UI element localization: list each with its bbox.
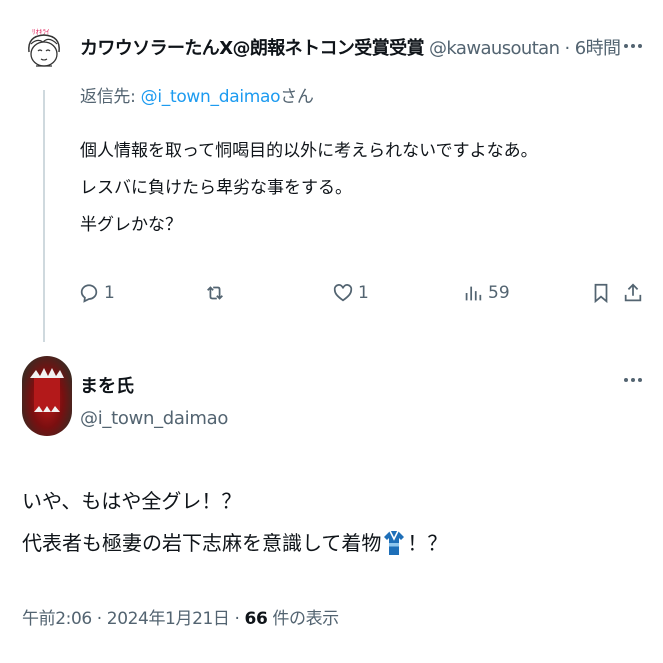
tweet-timestamp-link[interactable]: 午前2:06 · 2024年1月21日 · xyxy=(22,609,245,629)
reply-text-line: レスバに負けたら卑劣な事をする。 xyxy=(80,178,352,198)
separator-dot: · xyxy=(564,38,571,59)
reply-handle[interactable]: @kawausoutan xyxy=(429,38,560,59)
reply-text-line: 個人情報を取って恫喝目的以外に考えられないですよなあ。 xyxy=(80,141,538,161)
replying-to-prefix: 返信先: xyxy=(80,87,141,107)
reply-timestamp[interactable]: 6時間 xyxy=(575,38,621,59)
avatar[interactable]: ﾘｵｷﾗｲ xyxy=(19,22,69,72)
replying-to-suffix: さん xyxy=(280,87,314,107)
view-count: 59 xyxy=(488,283,510,303)
reply-icon xyxy=(80,284,98,303)
like-count: 1 xyxy=(358,283,369,303)
view-count: 66 xyxy=(244,609,268,629)
main-handle[interactable]: @i_town_daimao xyxy=(80,408,228,429)
replying-to: 返信先: @i_town_daimaoさん xyxy=(80,82,314,107)
main-display-name[interactable]: まを氏 xyxy=(80,372,134,398)
share-button[interactable] xyxy=(622,278,644,308)
reply-tweet[interactable]: ﾘｵｷﾗｲ カワウソラーたんX@朗報ネトコン受賞受賞 @kawausoutan … xyxy=(0,0,663,342)
tweet-text-segment: 代表者も極妻の岩下志麻を意識して着物 xyxy=(22,531,382,555)
kimono-emoji-icon xyxy=(384,530,405,555)
share-icon xyxy=(624,283,642,302)
tweet-text-line: いや、もはや全グレ！？ xyxy=(22,489,242,513)
reply-display-name[interactable]: カワウソラーたんX@朗報ネトコン受賞受賞 xyxy=(80,38,424,59)
action-bar: 1 1 59 xyxy=(76,278,646,308)
more-options-icon[interactable] xyxy=(622,374,646,386)
view-count-label: 件の表示 xyxy=(267,609,339,629)
heart-icon xyxy=(333,284,353,302)
tweet-text-line-2: 代表者も極妻の岩下志麻を意識して着物 ！？ xyxy=(22,522,447,564)
tweet-text-segment: ！？ xyxy=(407,531,448,555)
views-button[interactable]: 59 xyxy=(462,278,510,308)
reply-count: 1 xyxy=(104,283,115,303)
reply-text-line: 半グレかな？ xyxy=(80,215,182,235)
reply-header: カワウソラーたんX@朗報ネトコン受賞受賞 @kawausoutan · 6時間 xyxy=(80,38,621,60)
reply-button[interactable]: 1 xyxy=(78,278,115,308)
bookmark-button[interactable] xyxy=(590,278,612,308)
retweet-button[interactable] xyxy=(204,278,230,308)
retweet-icon xyxy=(207,286,223,300)
avatar[interactable] xyxy=(22,356,72,436)
more-options-icon[interactable] xyxy=(622,40,646,52)
bookmark-icon xyxy=(594,283,608,304)
reply-text: 個人情報を取って恫喝目的以外に考えられないですよなあ。 レスバに負けたら卑劣な事… xyxy=(80,133,538,244)
like-button[interactable]: 1 xyxy=(332,278,369,308)
main-tweet: まを氏 @i_town_daimao いや、もはや全グレ！？ 代表者も極妻の岩下… xyxy=(0,342,663,663)
replying-to-mention-link[interactable]: @i_town_daimao xyxy=(141,87,281,107)
main-tweet-text: いや、もはや全グレ！？ 代表者も極妻の岩下志麻を意識して着物 ！？ xyxy=(22,480,447,564)
avatar-photo xyxy=(30,368,64,412)
cartoon-avatar-image: ﾘｵｷﾗｲ xyxy=(28,28,60,67)
analytics-icon xyxy=(465,286,482,301)
tweet-metadata: 午前2:06 · 2024年1月21日 · 66 件の表示 xyxy=(22,604,339,629)
